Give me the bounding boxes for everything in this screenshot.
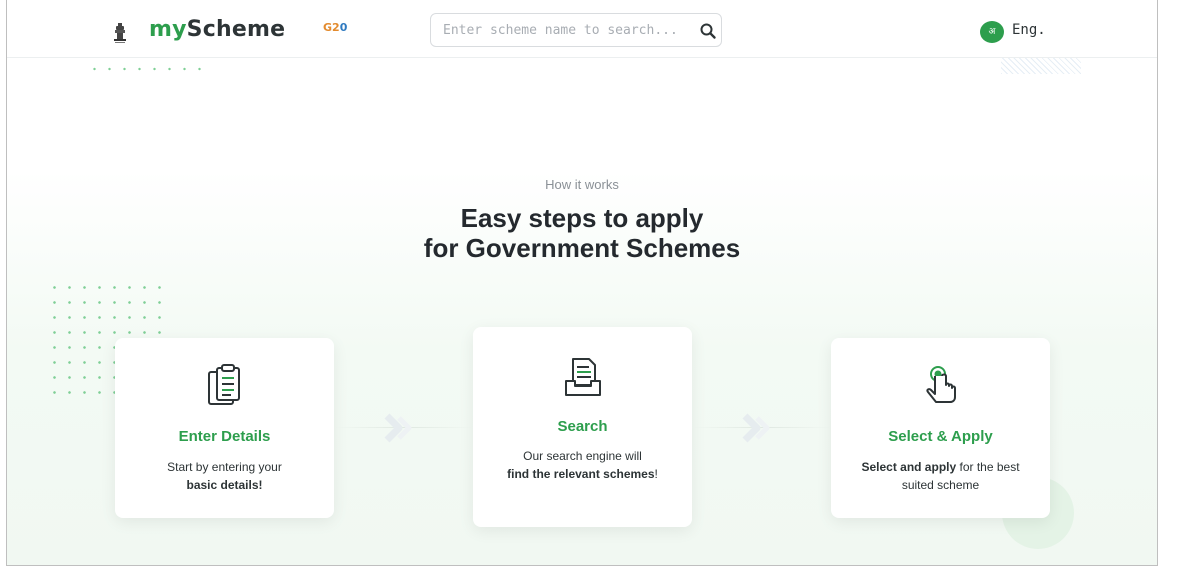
step-card-select-apply[interactable]: Select & Apply Select and apply for the … <box>831 338 1050 518</box>
logo-text-my: my <box>149 17 187 42</box>
g20-logo: G20 <box>323 21 348 34</box>
myscheme-logo[interactable]: myScheme <box>149 17 285 42</box>
top-navbar: myScheme G20 अ Eng. <box>7 0 1157 74</box>
step-title: Select & Apply <box>888 428 993 445</box>
step-title: Enter Details <box>178 428 271 445</box>
logo-text-scheme: Scheme <box>186 17 286 42</box>
hatch-decoration <box>1001 58 1081 74</box>
section-eyebrow: How it works <box>545 177 619 192</box>
language-icon[interactable]: अ <box>980 21 1004 43</box>
section-headline: Easy steps to apply for Government Schem… <box>7 203 1157 263</box>
step-card-search[interactable]: Search Our search engine will find the r… <box>473 327 692 527</box>
step-title: Search <box>557 418 608 435</box>
clipboard-icon <box>207 364 240 405</box>
step-description: Select and apply for the best suited sch… <box>861 460 1020 492</box>
tap-hand-icon <box>925 366 956 403</box>
step-card-enter-details[interactable]: Enter Details Start by entering your bas… <box>115 338 334 518</box>
chevron-right-icon <box>384 413 412 443</box>
search-input[interactable] <box>443 20 681 40</box>
national-emblem-icon <box>114 23 126 43</box>
step-description: Start by entering your basic details! <box>167 460 282 492</box>
document-tray-icon <box>564 358 601 396</box>
step-description: Our search engine will find the relevant… <box>507 449 658 481</box>
search-icon[interactable] <box>699 22 717 40</box>
scheme-search-box[interactable] <box>430 13 722 47</box>
headline-line-1: Easy steps to apply <box>460 203 704 233</box>
language-selector[interactable]: Eng. <box>1012 22 1046 38</box>
chevron-right-icon <box>742 413 770 443</box>
page-frame: myScheme G20 अ Eng. How it works Easy st… <box>6 0 1158 566</box>
headline-line-2: for Government Schemes <box>423 233 741 263</box>
dot-pattern-top <box>87 64 207 74</box>
